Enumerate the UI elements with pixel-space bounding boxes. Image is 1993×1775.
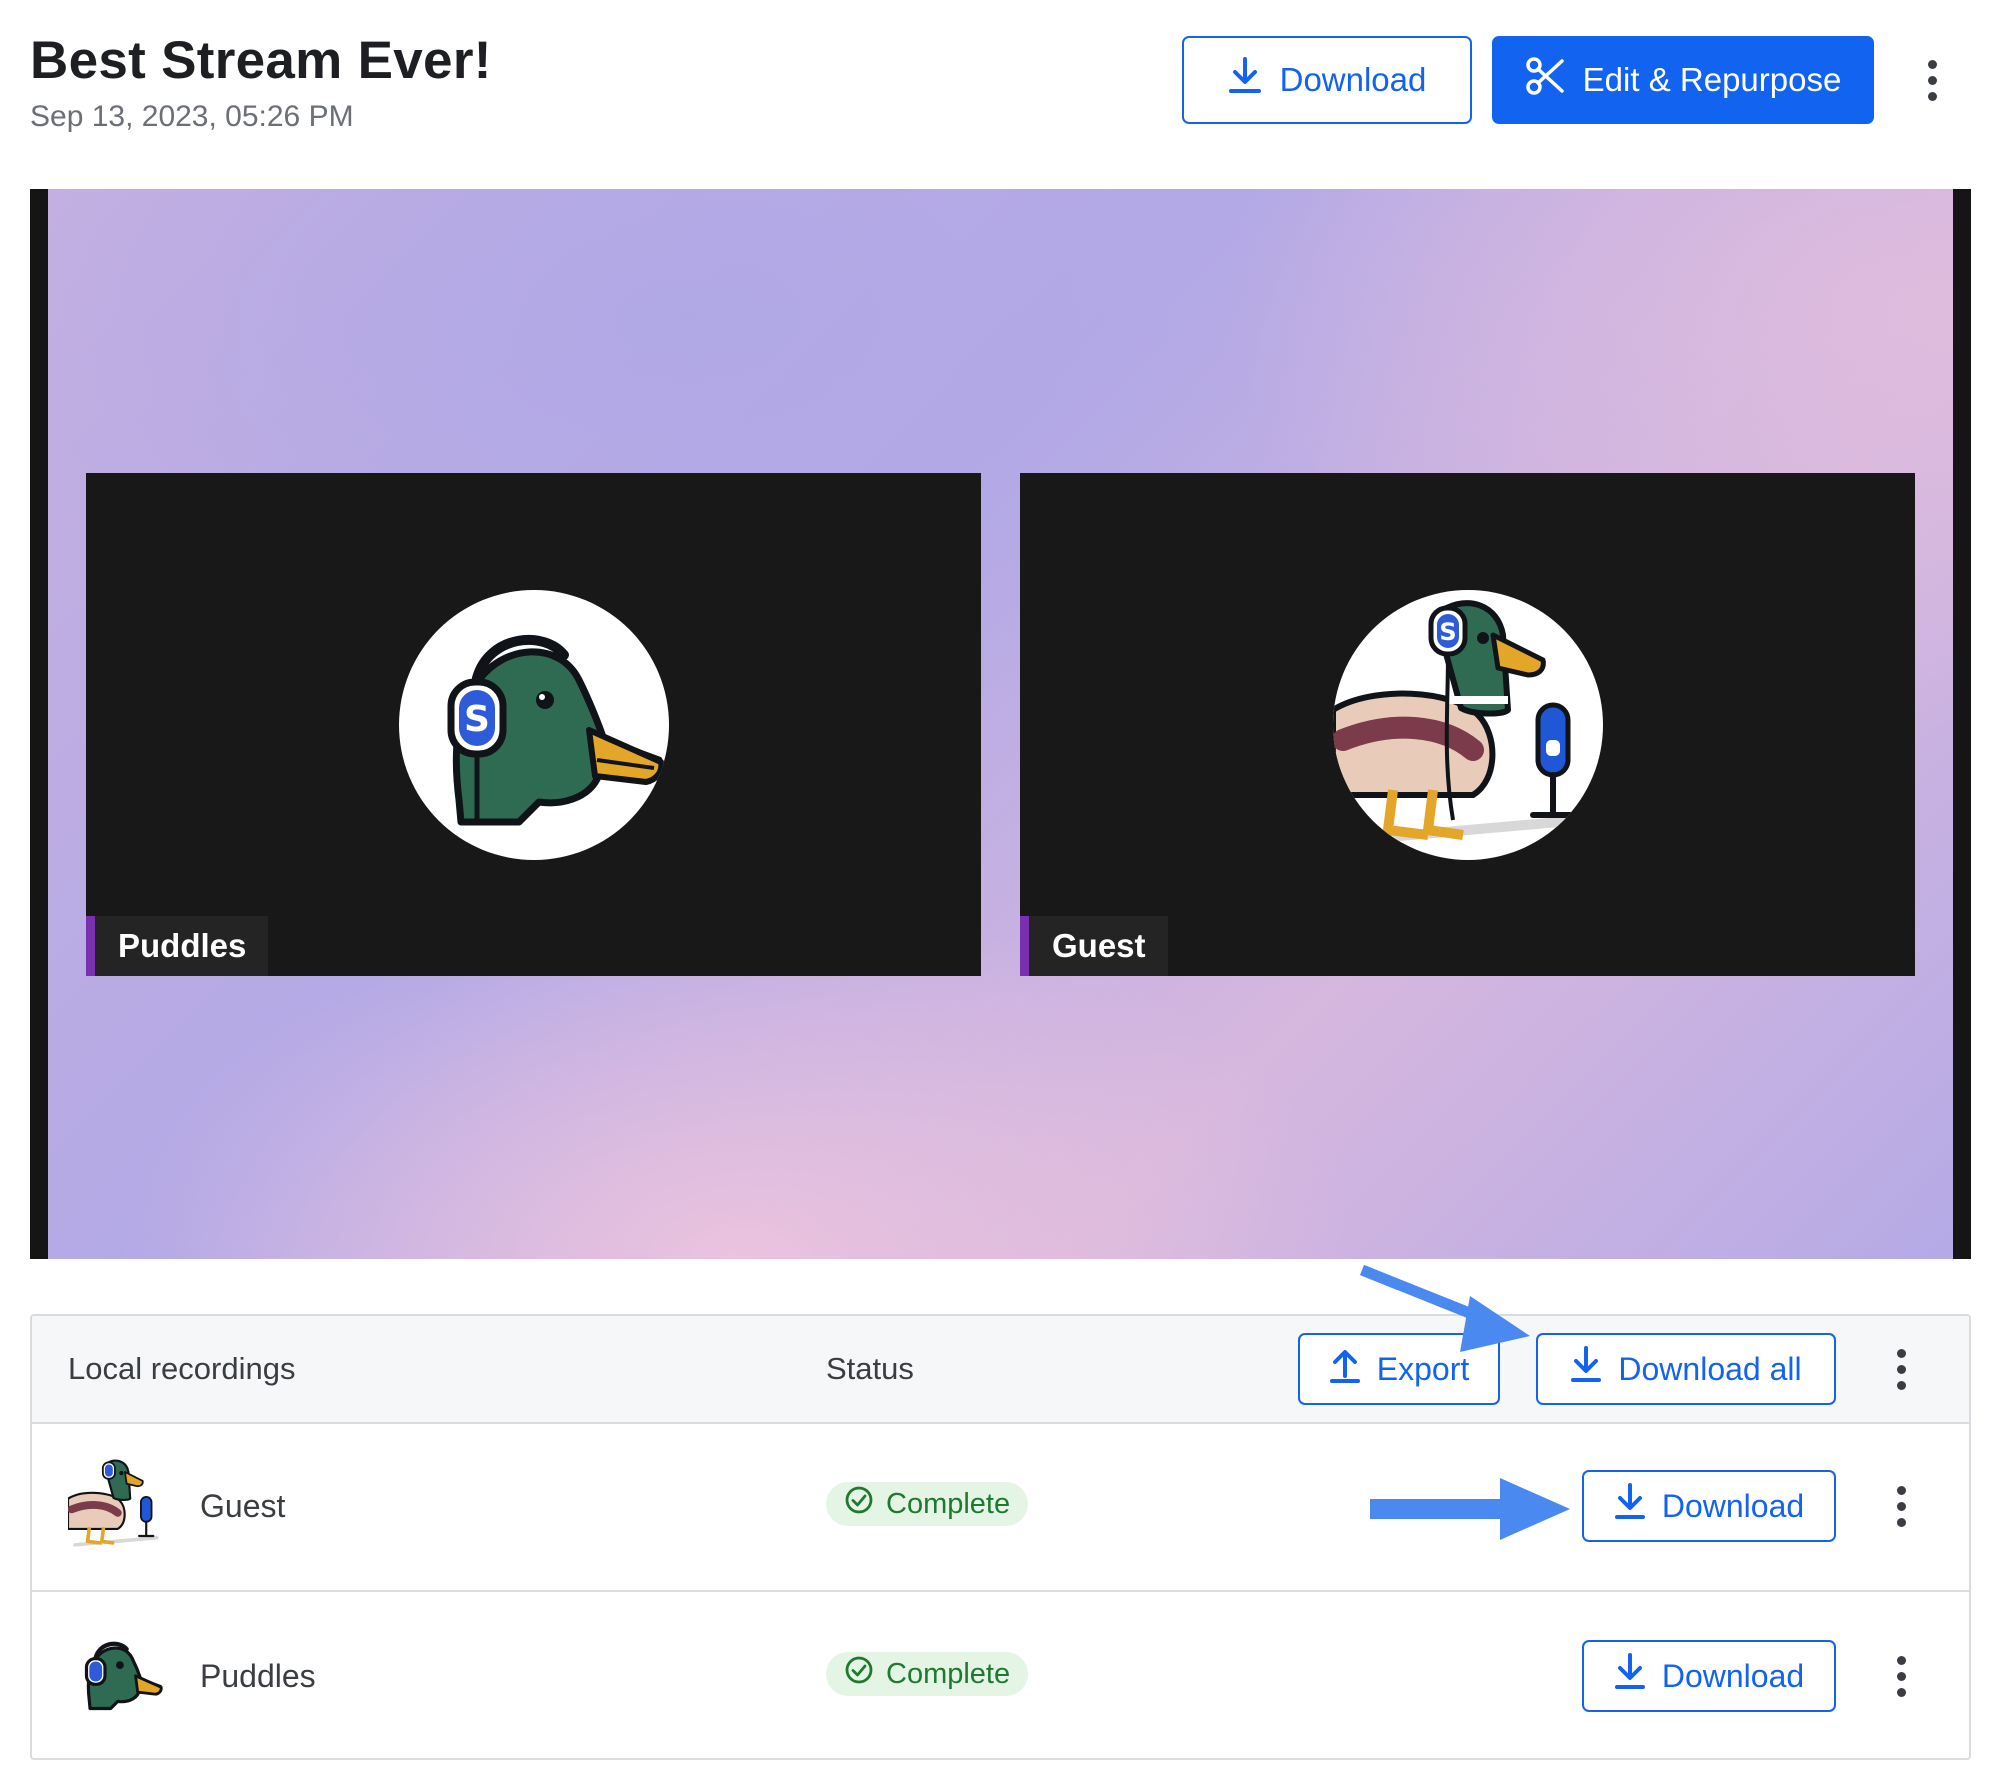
status-badge: Complete <box>826 1482 1029 1526</box>
status-badge: Complete <box>826 1652 1029 1696</box>
table-row: Puddles Complete Download <box>32 1592 1969 1758</box>
page-title: Best Stream Ever! <box>30 31 492 90</box>
download-all-button[interactable]: Download all <box>1536 1333 1836 1405</box>
duck-headphones-avatar <box>68 1626 164 1722</box>
video-tile-guest[interactable]: S Guest <box>1020 473 1915 976</box>
status-label: Complete <box>886 1657 1011 1690</box>
column-header-status: Status <box>826 1351 914 1386</box>
download-recording-button[interactable]: Download <box>1582 1640 1836 1712</box>
duck-headphones-avatar: S <box>398 589 669 860</box>
participant-name-tag: Guest <box>1020 916 1168 976</box>
download-recording-label: Download <box>1661 1657 1805 1694</box>
column-header-local-recordings: Local recordings <box>68 1351 296 1386</box>
participant-name: Guest <box>200 1487 286 1524</box>
scissors-icon <box>1525 56 1565 104</box>
table-header: Local recordings Status Export Download … <box>32 1316 1969 1424</box>
edit-repurpose-button[interactable]: Edit & Repurpose <box>1492 36 1874 124</box>
download-all-label: Download all <box>1618 1350 1802 1387</box>
edit-repurpose-label: Edit & Repurpose <box>1582 61 1842 98</box>
participant-name: Puddles <box>200 1657 316 1694</box>
status-label: Complete <box>886 1487 1011 1520</box>
duck-microphone-avatar <box>66 1456 164 1552</box>
download-button-label: Download <box>1279 61 1427 98</box>
more-options-icon[interactable] <box>1886 1646 1916 1706</box>
check-circle-icon <box>844 1655 874 1693</box>
stream-preview[interactable]: S Puddles S Guest <box>30 189 1971 1259</box>
export-label: Export <box>1376 1350 1470 1387</box>
video-tile-puddles[interactable]: S Puddles <box>86 473 981 976</box>
download-icon <box>1614 1653 1646 1699</box>
download-button[interactable]: Download <box>1182 36 1472 124</box>
recording-date: Sep 13, 2023, 05:26 PM <box>30 100 354 133</box>
svg-text:S: S <box>1439 618 1456 646</box>
download-icon <box>1570 1346 1602 1392</box>
more-options-icon[interactable] <box>1886 1339 1916 1399</box>
more-options-icon[interactable] <box>1886 1476 1916 1536</box>
download-icon <box>1614 1483 1646 1529</box>
svg-text:S: S <box>464 699 490 740</box>
participant-name-tag: Puddles <box>86 916 269 976</box>
upload-icon <box>1329 1346 1361 1392</box>
download-icon <box>1228 57 1262 103</box>
more-options-icon[interactable] <box>1917 50 1947 110</box>
duck-microphone-avatar: S <box>1332 589 1603 860</box>
check-circle-icon <box>844 1485 874 1523</box>
download-recording-button[interactable]: Download <box>1582 1470 1836 1542</box>
download-recording-label: Download <box>1661 1487 1805 1524</box>
table-row: Guest Complete Download <box>32 1422 1969 1592</box>
local-recordings-table: Local recordings Status Export Download … <box>30 1314 1971 1760</box>
export-button[interactable]: Export <box>1298 1333 1500 1405</box>
